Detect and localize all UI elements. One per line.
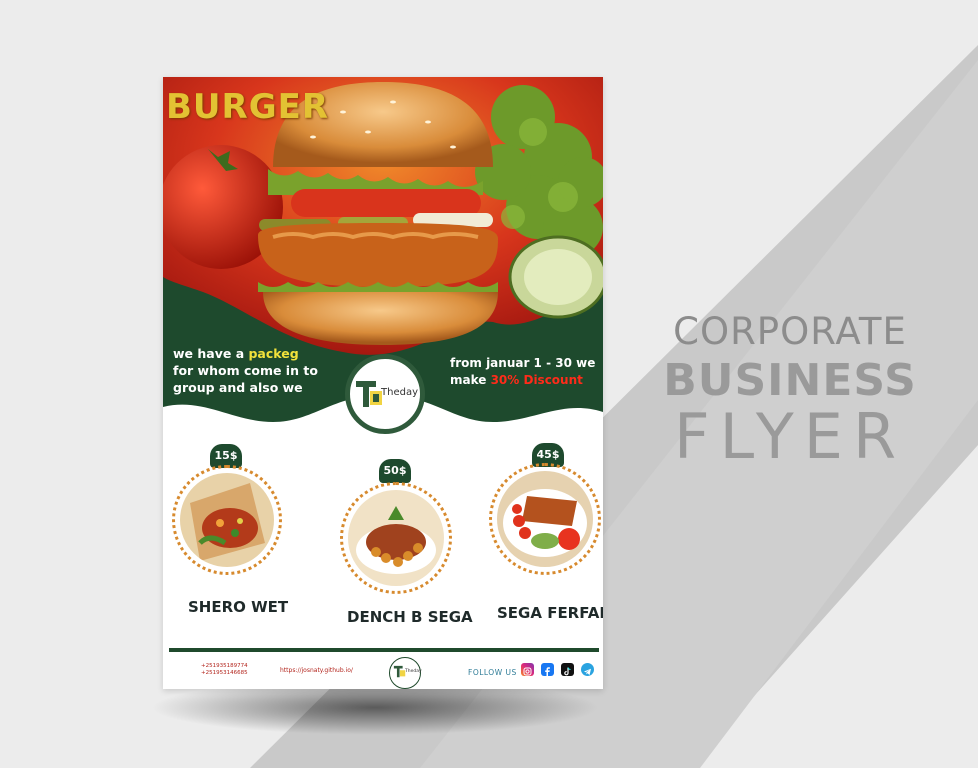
dish-name: SEGA FERFAR [497, 604, 603, 622]
instagram-icon[interactable] [521, 663, 534, 676]
flyer-title: BURGER [166, 87, 330, 127]
footer-logo: Theday [389, 657, 422, 689]
dish-image [348, 490, 444, 586]
left-text-highlight: packeg [248, 346, 299, 361]
promo-right-text: from januar 1 - 30 we make 30% Discount [450, 355, 600, 389]
dish-name: SHERO WET [188, 598, 289, 616]
footer-divider [169, 648, 599, 652]
promo-line-business: BUSINESS [663, 355, 917, 406]
telegram-icon[interactable] [581, 663, 594, 676]
footer-logo-text: Theday [405, 669, 422, 674]
promo-heading: CORPORATE BUSINESS FLYER [640, 310, 940, 473]
follow-us-label: FOLLOW US [468, 668, 517, 677]
dish-name: DENCH B SEGA [347, 608, 473, 626]
flyer: BURGER we have a packeg for whom come in… [163, 77, 603, 689]
left-text-post: for whom come in to group and also we [173, 363, 318, 395]
phone-2: +251953146685 [201, 670, 248, 676]
discount-text: 30% Discount [490, 373, 583, 387]
flyer-footer: +251935189774 +251953146685 https://josn… [163, 655, 603, 689]
phone-numbers: +251935189774 +251953146685 [201, 663, 248, 677]
price-badge: 50$ [379, 459, 411, 483]
tiktok-icon[interactable] [561, 663, 574, 676]
logo-brand-text: Theday [381, 387, 418, 398]
promo-line-corporate: CORPORATE [673, 310, 907, 353]
website-url[interactable]: https://josnaty.github.io/ [280, 667, 353, 674]
dish-image [180, 473, 274, 567]
promo-line-flyer: FLYER [673, 400, 907, 473]
facebook-icon[interactable] [541, 663, 554, 676]
dish-image [497, 471, 593, 567]
brand-logo: Theday [345, 354, 425, 434]
promo-left-text: we have a packeg for whom come in to gro… [173, 345, 323, 396]
left-text-pre: we have a [173, 346, 249, 361]
phone-1: +251935189774 [201, 663, 248, 669]
